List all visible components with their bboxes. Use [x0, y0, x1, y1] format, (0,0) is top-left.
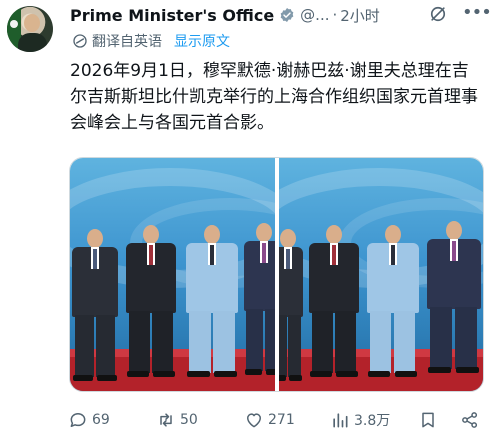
translation-label: 翻译自英语 [92, 34, 162, 50]
tweet-text: 2026年9月1日，穆罕默德·谢赫巴兹·谢里夫总理在吉尔吉斯斯坦比什凯克举行的上… [70, 61, 478, 133]
figure [72, 229, 118, 387]
avatar-suit [18, 33, 47, 52]
tweet-header: Prime Minister's Office @... · 2小时 [70, 4, 380, 26]
share-button[interactable] [460, 408, 484, 432]
repost-button[interactable]: 50 [156, 408, 198, 432]
figure [426, 221, 481, 387]
timestamp[interactable]: 2小时 [340, 5, 380, 26]
account-handle[interactable]: @... [300, 6, 329, 24]
figure [278, 229, 303, 387]
grok-icon[interactable] [428, 4, 448, 24]
avatar-head [24, 14, 40, 32]
figure [186, 225, 238, 387]
repost-icon [160, 413, 172, 427]
avatar[interactable] [7, 6, 53, 52]
translate-icon [73, 34, 87, 48]
reply-icon [70, 413, 86, 427]
tweet-actions: 69 50 271 3.8万 [68, 408, 484, 432]
bookmark-button[interactable] [418, 408, 442, 432]
figure [366, 225, 419, 387]
tweet-photo-1[interactable] [70, 158, 275, 391]
separator-dot: · [332, 6, 338, 24]
tweet-photo-2[interactable] [278, 158, 483, 391]
like-icon [247, 413, 261, 428]
reply-button[interactable]: 69 [68, 408, 110, 432]
translation-row: 翻译自英语 显示原文 [72, 31, 230, 51]
figure [244, 223, 275, 387]
like-button[interactable]: 271 [244, 408, 295, 432]
account-name[interactable]: Prime Minister's Office [70, 6, 274, 25]
bookmark-icon [422, 412, 434, 428]
view-count: 3.8万 [354, 413, 391, 429]
share-icon [462, 412, 478, 428]
figure [308, 225, 359, 387]
tweet-media[interactable] [69, 157, 484, 392]
like-count: 271 [268, 412, 295, 428]
views-icon [333, 413, 348, 428]
more-icon[interactable]: ••• [462, 3, 491, 23]
reply-count: 69 [92, 412, 110, 428]
views-button[interactable]: 3.8万 [330, 408, 390, 432]
show-original-link[interactable]: 显示原文 [174, 31, 230, 51]
verified-icon [280, 8, 294, 22]
repost-count: 50 [180, 412, 198, 428]
figure [126, 225, 176, 387]
